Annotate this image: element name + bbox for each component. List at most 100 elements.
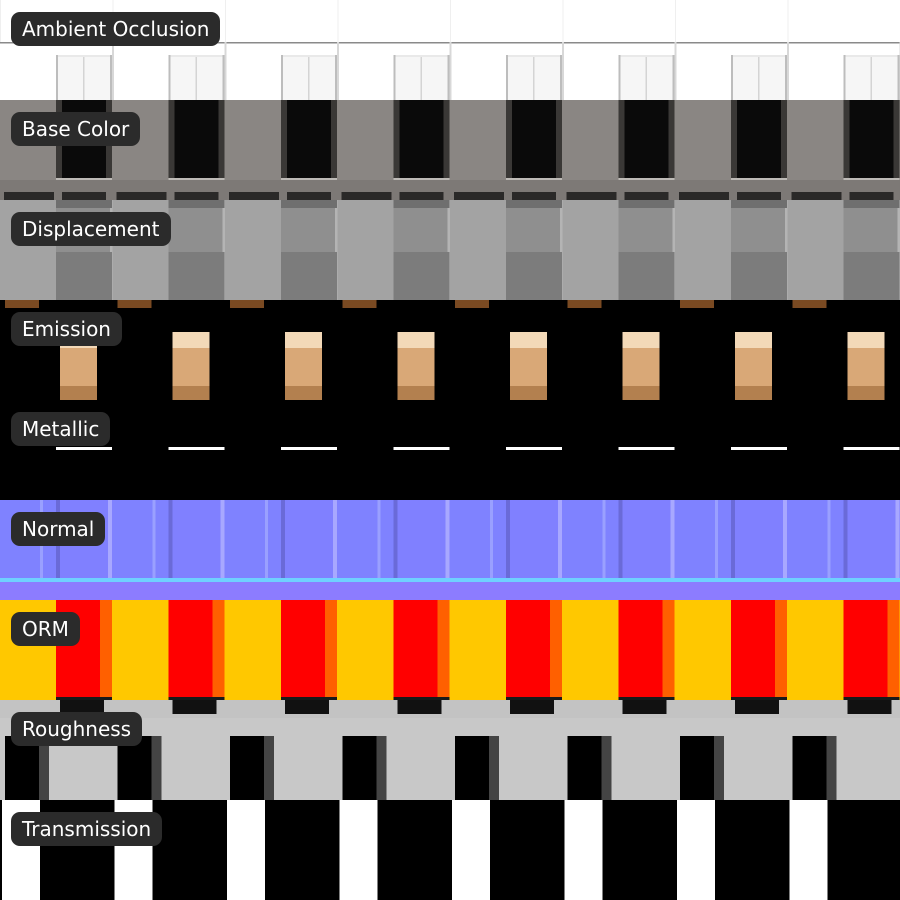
base-window-frame xyxy=(731,100,737,180)
emission-window-light xyxy=(397,332,435,348)
disp-pilaster xyxy=(787,200,844,300)
disp-top-shadow xyxy=(506,200,562,208)
base-window-frame xyxy=(618,100,625,180)
displacement-band: Displacement xyxy=(0,200,900,300)
ao-window-frame xyxy=(168,55,171,100)
normal-texture xyxy=(0,500,900,600)
disp-lower-recess xyxy=(843,252,900,300)
roughness-window-frame xyxy=(826,736,837,800)
ao-pilaster-shadow xyxy=(112,42,114,100)
normal-label: Normal xyxy=(11,512,106,546)
base-window-frame xyxy=(556,100,562,180)
roughness-upper-window xyxy=(397,700,442,714)
roughness-upper-window xyxy=(735,700,779,714)
ao-window-frame xyxy=(110,55,112,100)
roughness-upper-window xyxy=(285,700,329,714)
roughness-window-frame xyxy=(376,736,387,800)
ao-window-mullion xyxy=(83,57,85,100)
orm-window-frame xyxy=(325,600,337,700)
ao-pilaster-shadow xyxy=(449,42,452,100)
emission-texture xyxy=(0,300,900,400)
normal-lower xyxy=(112,582,225,600)
normal-lower xyxy=(450,582,563,600)
ao-pilaster-shadow xyxy=(787,42,789,100)
normal-edge-light xyxy=(827,500,831,580)
orm-window xyxy=(731,600,775,700)
disp-lower-recess xyxy=(168,252,225,300)
transmission-window xyxy=(227,800,265,900)
transmission-window xyxy=(452,800,490,900)
disp-pilaster xyxy=(562,200,619,300)
emission-window-floor xyxy=(397,386,435,400)
normal-pilaster xyxy=(675,500,731,580)
normal-pilaster xyxy=(112,500,169,580)
base-window xyxy=(393,100,450,180)
disp-top-shadow xyxy=(731,200,787,208)
ao-window-frame xyxy=(393,55,396,100)
emission-band: Emission xyxy=(0,300,900,400)
base-color-band: Base Color xyxy=(0,100,900,200)
base-lower-window xyxy=(679,192,729,200)
emission-top-glow xyxy=(117,300,152,308)
normal-sill xyxy=(337,578,450,582)
disp-top-shadow xyxy=(618,200,675,208)
emission-top-glow xyxy=(455,300,489,308)
base-lower-window xyxy=(174,192,219,200)
ao-window-frame xyxy=(897,55,900,100)
disp-lower-recess xyxy=(618,252,675,300)
base-window-frame xyxy=(443,100,450,180)
metallic-sill-strip xyxy=(168,447,225,450)
emission-window-light xyxy=(622,332,660,348)
transmission-window xyxy=(339,800,378,900)
roughness-window xyxy=(567,736,602,800)
orm-window-frame xyxy=(100,600,112,700)
emission-label: Emission xyxy=(11,312,122,346)
orm-window xyxy=(843,600,888,700)
ao-window-frame xyxy=(447,55,450,100)
metallic-sill-strip xyxy=(731,447,787,450)
displacement-label: Displacement xyxy=(11,212,171,246)
ao-column-seam xyxy=(337,0,339,42)
base-lower-window xyxy=(287,192,331,200)
base-lower-window xyxy=(454,192,504,200)
ao-window-frame xyxy=(731,55,733,100)
emission-window-floor xyxy=(735,386,772,400)
normal-pilaster xyxy=(225,500,281,580)
emission-window-light xyxy=(172,332,210,348)
disp-top-shadow xyxy=(168,200,225,208)
texture-map-stack: Ambient Occlusion Base Color Displacemen… xyxy=(0,0,900,900)
base-lower-window xyxy=(4,192,54,200)
ao-pilaster-shadow xyxy=(224,42,227,100)
disp-lower-recess xyxy=(731,252,787,300)
disp-top-shadow xyxy=(843,200,900,208)
base-window-frame xyxy=(281,100,287,180)
normal-pilaster xyxy=(337,500,394,580)
emission-window-floor xyxy=(622,386,660,400)
normal-lower xyxy=(0,582,113,600)
normal-lower xyxy=(675,582,788,600)
disp-lower-recess xyxy=(506,252,562,300)
transmission-window xyxy=(677,800,715,900)
normal-edge-light xyxy=(152,500,156,580)
ao-column-seam xyxy=(787,0,789,42)
roughness-window xyxy=(230,736,264,800)
normal-pilaster xyxy=(450,500,506,580)
base-lower-window xyxy=(512,192,556,200)
normal-lower xyxy=(337,582,450,600)
disp-pilaster xyxy=(675,200,731,300)
base-window-frame xyxy=(331,100,337,180)
metallic-sill-strip xyxy=(506,447,562,450)
base-lower-window xyxy=(737,192,781,200)
emission-top-glow xyxy=(680,300,714,308)
roughness-window-frame xyxy=(601,736,612,800)
ao-window-mullion xyxy=(195,57,197,100)
transmission-band: Transmission xyxy=(0,800,900,900)
orm-window xyxy=(506,600,550,700)
emission-window-light xyxy=(510,332,547,348)
transmission-window xyxy=(564,800,603,900)
metallic-sill-strip xyxy=(393,447,450,450)
normal-edge-light xyxy=(490,500,493,580)
base-window-frame xyxy=(506,100,512,180)
roughness-upper-window xyxy=(847,700,892,714)
roughness-window-frame xyxy=(714,736,724,800)
